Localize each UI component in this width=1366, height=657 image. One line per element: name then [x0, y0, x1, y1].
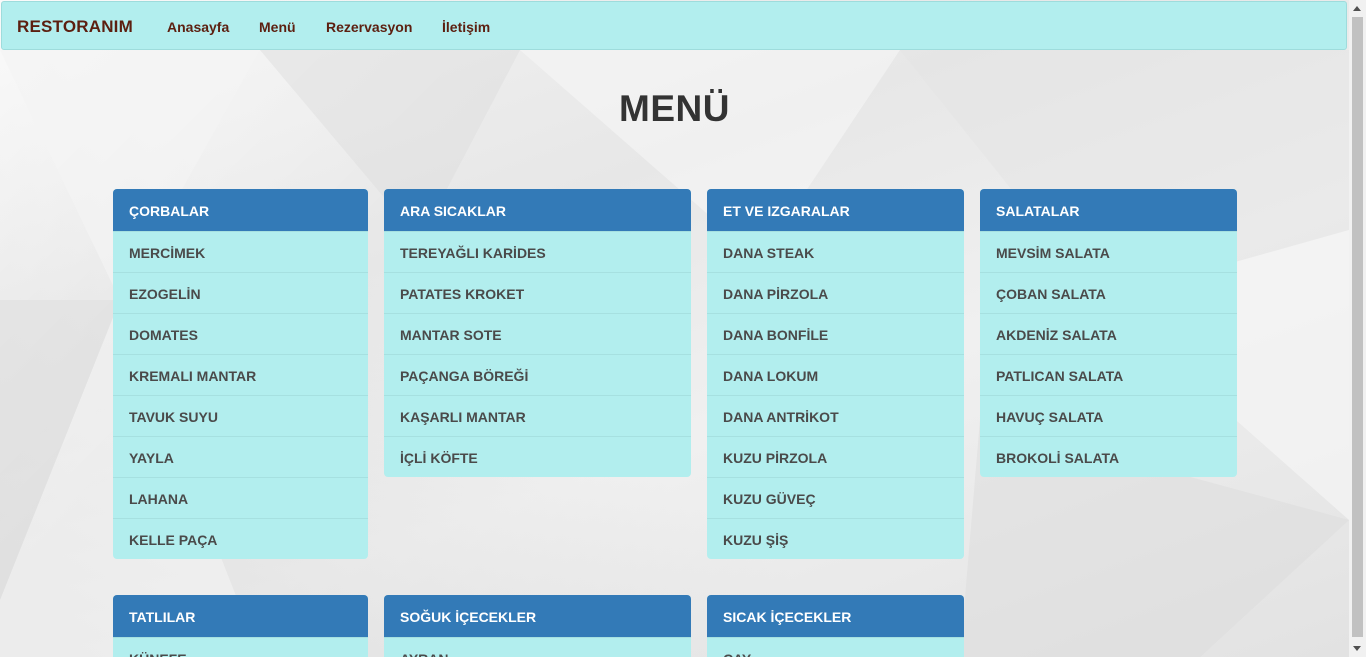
menu-item[interactable]: TAVUK SUYU	[113, 395, 368, 436]
menu-item[interactable]: LAHANA	[113, 477, 368, 518]
menu-item[interactable]: DOMATES	[113, 313, 368, 354]
panel-header: SOĞUK İÇECEKLER	[384, 595, 691, 637]
menu-item[interactable]: PATATES KROKET	[384, 272, 691, 313]
menu-item[interactable]: İÇLİ KÖFTE	[384, 436, 691, 477]
menu-item[interactable]: EZOGELİN	[113, 272, 368, 313]
menu-panel-soguk-icecekler: SOĞUK İÇECEKLER AYRAN	[384, 595, 691, 657]
menu-item[interactable]: AYRAN	[384, 637, 691, 657]
nav-link-iletisim[interactable]: İletişim	[442, 19, 490, 35]
panel-header: ÇORBALAR	[113, 189, 368, 231]
menu-panel-sicak-icecekler: SICAK İÇECEKLER ÇAY	[707, 595, 964, 657]
nav-link-anasayfa[interactable]: Anasayfa	[167, 19, 229, 35]
menu-item[interactable]: KUZU PİRZOLA	[707, 436, 964, 477]
panel-header: SICAK İÇECEKLER	[707, 595, 964, 637]
menu-item[interactable]: PATLICAN SALATA	[980, 354, 1237, 395]
menu-item[interactable]: PAÇANGA BÖREĞİ	[384, 354, 691, 395]
menu-item[interactable]: ÇAY	[707, 637, 964, 657]
menu-item[interactable]: DANA ANTRİKOT	[707, 395, 964, 436]
menu-item[interactable]: KREMALI MANTAR	[113, 354, 368, 395]
scroll-up-arrow-icon[interactable]	[1353, 6, 1361, 11]
menu-item[interactable]: KELLE PAÇA	[113, 518, 368, 559]
menu-item[interactable]: BROKOLİ SALATA	[980, 436, 1237, 477]
menu-panel-corbalar: ÇORBALAR MERCİMEK EZOGELİN DOMATES KREMA…	[113, 189, 368, 559]
menu-item[interactable]: DANA PİRZOLA	[707, 272, 964, 313]
panel-header: ARA SICAKLAR	[384, 189, 691, 231]
menu-panel-ara-sicaklar: ARA SICAKLAR TEREYAĞLI KARİDES PATATES K…	[384, 189, 691, 477]
panel-header: ET VE IZGARALAR	[707, 189, 964, 231]
menu-item[interactable]: YAYLA	[113, 436, 368, 477]
nav-link-menu[interactable]: Menü	[259, 19, 296, 35]
menu-item[interactable]: KUZU ŞİŞ	[707, 518, 964, 559]
scrollbar-thumb[interactable]	[1352, 17, 1363, 637]
menu-item[interactable]: DANA BONFİLE	[707, 313, 964, 354]
menu-item[interactable]: DANA STEAK	[707, 231, 964, 272]
menu-item[interactable]: DANA LOKUM	[707, 354, 964, 395]
menu-panel-tatlilar: TATLILAR KÜNEFE	[113, 595, 368, 657]
panel-header: SALATALAR	[980, 189, 1237, 231]
menu-item[interactable]: TEREYAĞLI KARİDES	[384, 231, 691, 272]
menu-item[interactable]: MERCİMEK	[113, 231, 368, 272]
menu-item[interactable]: MEVSİM SALATA	[980, 231, 1237, 272]
top-navbar: RESTORANIM Anasayfa Menü Rezervasyon İle…	[1, 1, 1347, 50]
menu-panel-salatalar: SALATALAR MEVSİM SALATA ÇOBAN SALATA AKD…	[980, 189, 1237, 477]
menu-item[interactable]: KAŞARLI MANTAR	[384, 395, 691, 436]
menu-item[interactable]: AKDENİZ SALATA	[980, 313, 1237, 354]
menu-item[interactable]: HAVUÇ SALATA	[980, 395, 1237, 436]
vertical-scrollbar[interactable]	[1349, 0, 1366, 657]
page-title: MENÜ	[619, 88, 730, 129]
scroll-down-arrow-icon[interactable]	[1353, 646, 1361, 651]
menu-panel-et-ve-izgaralar: ET VE IZGARALAR DANA STEAK DANA PİRZOLA …	[707, 189, 964, 559]
menu-item[interactable]: MANTAR SOTE	[384, 313, 691, 354]
menu-item[interactable]: KUZU GÜVEÇ	[707, 477, 964, 518]
panel-header: TATLILAR	[113, 595, 368, 637]
nav-link-rezervasyon[interactable]: Rezervasyon	[326, 19, 412, 35]
menu-item[interactable]: KÜNEFE	[113, 637, 368, 657]
menu-item[interactable]: ÇOBAN SALATA	[980, 272, 1237, 313]
brand-logo[interactable]: RESTORANIM	[17, 17, 133, 37]
